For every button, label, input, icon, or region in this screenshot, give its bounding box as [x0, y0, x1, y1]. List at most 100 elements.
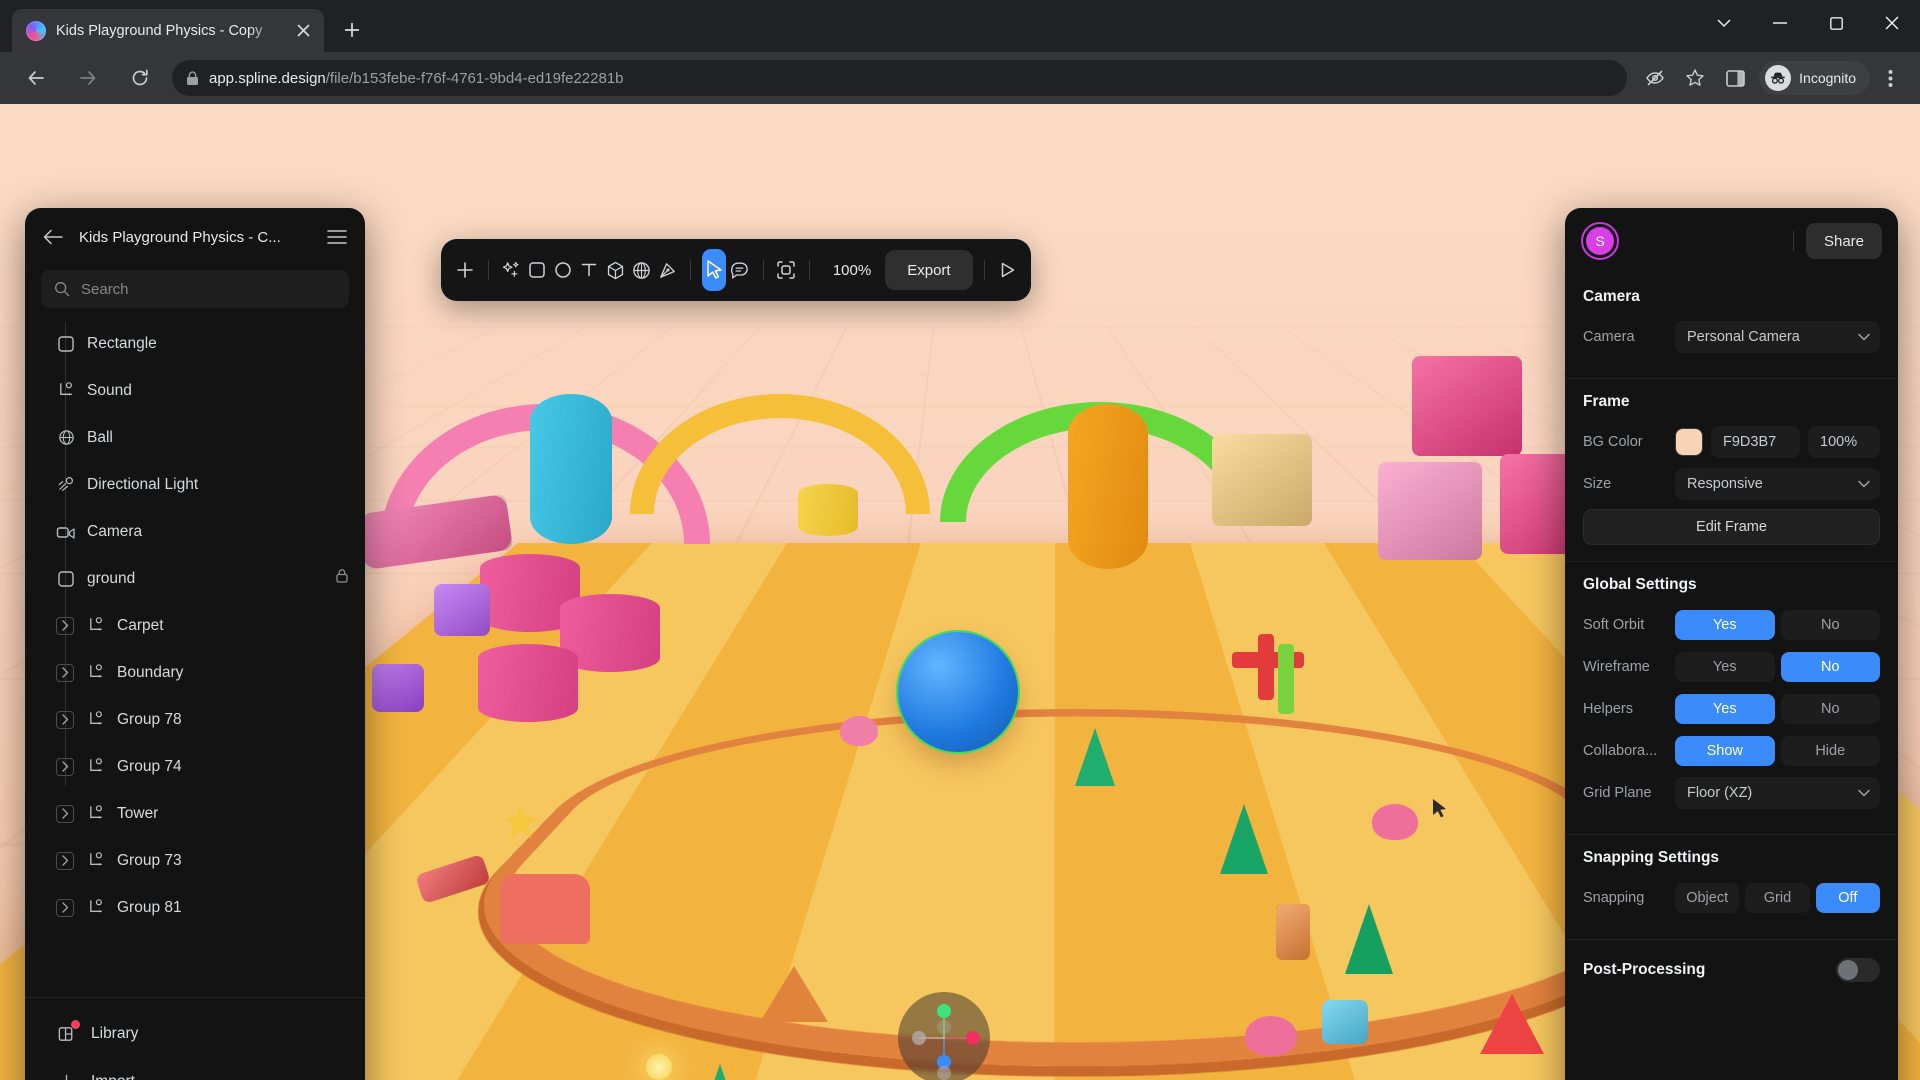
pen-tool-icon[interactable] — [655, 249, 679, 291]
size-select[interactable]: Responsive — [1675, 468, 1880, 500]
tree-item-group-81[interactable]: Group 81 — [25, 884, 365, 931]
helpers-option-yes[interactable]: Yes — [1675, 694, 1775, 724]
panel-footer: LibraryImportHelp & Feedback — [25, 997, 365, 1080]
tree-item-sound[interactable]: Sound — [25, 367, 365, 414]
soft-orbit-option-yes[interactable]: Yes — [1675, 610, 1775, 640]
search-box[interactable] — [41, 270, 349, 308]
select-cursor-icon[interactable] — [701, 249, 726, 291]
spline-app: ★ — [0, 104, 1920, 1080]
avatar[interactable]: S — [1581, 222, 1619, 260]
expand-chevron-icon[interactable] — [56, 663, 74, 682]
group-axes-icon — [85, 803, 107, 825]
new-tab-button[interactable] — [334, 12, 370, 48]
tree-item-ball[interactable]: Ball — [25, 414, 365, 461]
minimize-icon[interactable] — [1752, 0, 1808, 46]
incognito-profile-button[interactable]: Incognito — [1759, 61, 1870, 95]
camera-icon — [55, 521, 77, 543]
tree-item-boundary[interactable]: Boundary — [25, 649, 365, 696]
hamburger-menu-icon[interactable] — [325, 225, 349, 249]
side-panel-icon[interactable] — [1718, 61, 1752, 95]
expand-chevron-icon[interactable] — [56, 851, 74, 870]
helpers-option-no[interactable]: No — [1780, 694, 1880, 724]
tree-item-label: Group 78 — [117, 710, 182, 728]
expand-chevron-icon[interactable] — [56, 757, 74, 776]
export-button[interactable]: Export — [885, 250, 973, 290]
tree-item-ground[interactable]: ground — [25, 555, 365, 602]
snapping-option-off[interactable]: Off — [1815, 883, 1880, 913]
collabora-option-hide[interactable]: Hide — [1780, 736, 1880, 766]
url-path: /file/b153febe-f76f-4761-9bd4-ed19fe2228… — [325, 69, 624, 87]
footer-item-import[interactable]: Import — [25, 1058, 365, 1080]
rectangle-icon — [55, 333, 77, 355]
scene-toy-red-post — [1258, 634, 1274, 700]
expand-chevron-icon[interactable] — [56, 616, 74, 635]
camera-select[interactable]: Personal Camera — [1675, 321, 1880, 353]
close-window-icon[interactable] — [1864, 0, 1920, 46]
axis-orientation-gizmo[interactable] — [898, 992, 990, 1080]
tree-item-rectangle[interactable]: Rectangle — [25, 320, 365, 367]
object-tree[interactable]: Rectangle Sound Ball Directional Light Camer… — [25, 318, 365, 997]
bg-color-opacity-input[interactable]: 100% — [1808, 426, 1880, 458]
snapping-option-grid[interactable]: Grid — [1745, 883, 1810, 913]
gizmo-axis-y-negative[interactable] — [937, 1020, 951, 1034]
properties-panel: S Share Camera Camera Personal Camera Frame… — [1565, 208, 1898, 1080]
wireframe-option-no[interactable]: No — [1780, 652, 1880, 682]
tree-item-group-73[interactable]: Group 73 — [25, 837, 365, 884]
snapping-option-object[interactable]: Object — [1675, 883, 1740, 913]
row-label: Collabora... — [1583, 743, 1658, 759]
forward-arrow-icon[interactable] — [68, 58, 108, 98]
footer-item-library[interactable]: Library — [25, 1010, 365, 1058]
wireframe-option-yes[interactable]: Yes — [1675, 652, 1775, 682]
back-arrow-icon[interactable] — [16, 58, 56, 98]
square-shape-icon[interactable] — [525, 249, 549, 291]
play-icon[interactable] — [995, 249, 1019, 291]
comment-icon[interactable] — [728, 249, 752, 291]
post-processing-toggle[interactable] — [1836, 958, 1880, 982]
three-dot-menu-icon[interactable] — [1873, 61, 1907, 95]
eye-off-icon[interactable] — [1638, 61, 1672, 95]
address-bar[interactable]: app.spline.design/file/b153febe-f76f-476… — [172, 60, 1628, 96]
tree-item-directional-light[interactable]: Directional Light — [25, 461, 365, 508]
soft-orbit-option-no[interactable]: No — [1780, 610, 1880, 640]
add-icon[interactable] — [453, 249, 477, 291]
select-value: Responsive — [1687, 476, 1763, 492]
edit-frame-button[interactable]: Edit Frame — [1583, 509, 1880, 545]
reload-icon[interactable] — [120, 58, 160, 98]
expand-chevron-icon[interactable] — [56, 710, 74, 729]
text-tool-icon[interactable] — [577, 249, 601, 291]
frame-fit-icon[interactable] — [774, 249, 798, 291]
maximize-icon[interactable] — [1808, 0, 1864, 46]
ai-sparkle-icon[interactable] — [500, 249, 524, 291]
share-button[interactable]: Share — [1805, 223, 1882, 259]
tree-item-carpet[interactable]: Carpet — [25, 602, 365, 649]
close-tab-button[interactable] — [290, 18, 316, 44]
row-label: Soft Orbit — [1583, 617, 1645, 633]
grid-plane-select[interactable]: Floor (XZ) — [1675, 777, 1880, 809]
scene-selected-ball[interactable] — [898, 632, 1018, 752]
tree-item-tower[interactable]: Tower — [25, 790, 365, 837]
tab-list-chevron-icon[interactable] — [1696, 0, 1752, 46]
browser-tab[interactable]: Kids Playground Physics - Copy — [12, 9, 324, 52]
gizmo-axis-y-positive[interactable] — [937, 1004, 951, 1018]
star-icon[interactable] — [1678, 61, 1712, 95]
expand-chevron-icon[interactable] — [56, 804, 74, 823]
expand-chevron-icon[interactable] — [56, 898, 74, 917]
search-input[interactable] — [81, 280, 336, 298]
back-arrow-icon[interactable] — [41, 225, 65, 249]
gizmo-axis-x-negative[interactable] — [912, 1031, 926, 1045]
cube-3d-icon[interactable] — [603, 249, 627, 291]
lock-icon[interactable] — [335, 568, 349, 589]
scene-blob-pink-a — [840, 716, 878, 746]
gizmo-axis-x-positive[interactable] — [966, 1031, 980, 1045]
tree-item-group-78[interactable]: Group 78 — [25, 696, 365, 743]
url-text: app.spline.design/file/b153febe-f76f-476… — [209, 70, 624, 87]
gizmo-axis-z-negative[interactable] — [937, 1066, 951, 1080]
collabora-option-show[interactable]: Show — [1675, 736, 1775, 766]
ellipse-shape-icon[interactable] — [551, 249, 575, 291]
zoom-level-label[interactable]: 100% — [821, 262, 883, 279]
bg-color-hex-input[interactable]: F9D3B7 — [1711, 426, 1800, 458]
tree-item-group-74[interactable]: Group 74 — [25, 743, 365, 790]
sphere-3d-icon[interactable] — [629, 249, 653, 291]
tree-item-camera[interactable]: Camera — [25, 508, 365, 555]
bg-color-swatch[interactable] — [1675, 428, 1703, 456]
